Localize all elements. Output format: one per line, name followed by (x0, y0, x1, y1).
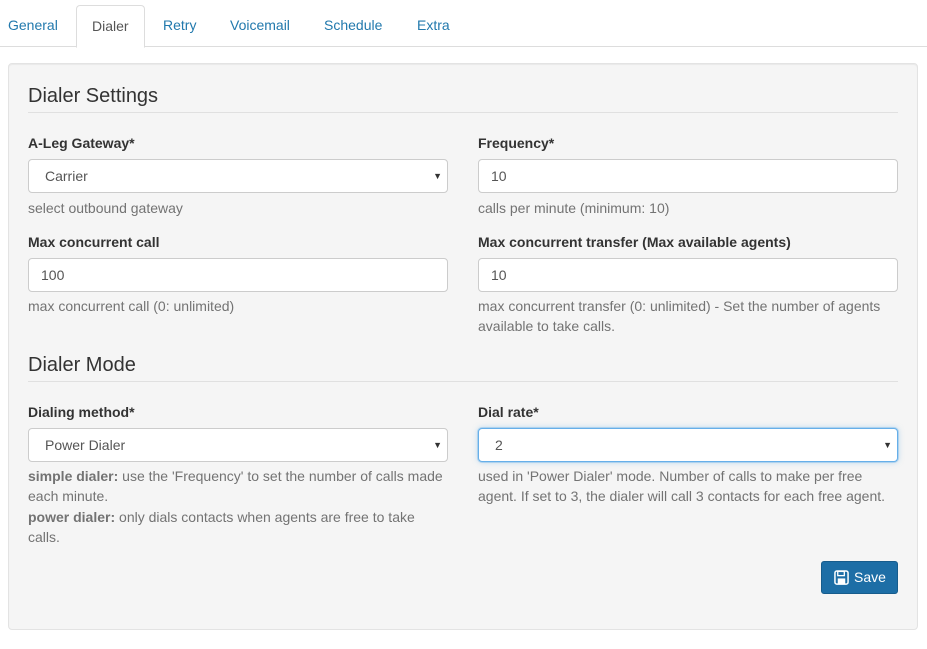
simple-dialer-term: simple dialer: (28, 468, 119, 484)
max-concurrent-transfer-value: 10 (491, 267, 507, 283)
frequency-input[interactable]: 10 (478, 159, 898, 193)
chevron-down-icon: ▼ (433, 171, 442, 181)
dialing-method-help-power-line2: calls. (28, 529, 60, 545)
chevron-down-icon: ▼ (883, 440, 892, 450)
section-divider (28, 112, 898, 113)
frequency-label: Frequency* (478, 135, 555, 151)
max-concurrent-transfer-input[interactable]: 10 (478, 258, 898, 292)
power-dialer-term: power dialer: (28, 509, 116, 525)
a-leg-gateway-value: Carrier (45, 168, 88, 184)
max-concurrent-call-input[interactable]: 100 (28, 258, 448, 292)
frequency-help: calls per minute (minimum: 10) (478, 200, 670, 216)
tab-schedule[interactable]: Schedule (316, 0, 390, 47)
save-button-label: Save (854, 569, 886, 585)
max-concurrent-call-value: 100 (41, 267, 65, 283)
dial-rate-help-line2: agent. If set to 3, the dialer will call… (478, 488, 886, 504)
dialer-mode-title: Dialer Mode (28, 354, 136, 376)
tab-extra[interactable]: Extra (409, 0, 458, 47)
dial-rate-select[interactable]: 2 ▼ (478, 428, 898, 462)
tab-dialer[interactable]: Dialer (76, 5, 145, 48)
dialer-settings-title: Dialer Settings (28, 85, 159, 107)
max-concurrent-transfer-help-line1: max concurrent transfer (0: unlimited) -… (478, 298, 881, 314)
dial-rate-label: Dial rate* (478, 404, 539, 420)
dial-rate-value: 2 (495, 437, 503, 453)
dial-rate-help-line1: used in 'Power Dialer' mode. Number of c… (478, 468, 863, 484)
dialing-method-help-simple-line2: each minute. (28, 488, 109, 504)
dialing-method-help-power: power dialer: only dials contacts when a… (28, 507, 415, 527)
max-concurrent-transfer-label: Max concurrent transfer (Max available a… (478, 234, 791, 250)
save-icon (834, 570, 849, 585)
chevron-down-icon: ▼ (433, 440, 442, 450)
tab-voicemail[interactable]: Voicemail (222, 0, 298, 47)
tab-bar: General Dialer Retry Voicemail Schedule … (0, 0, 927, 48)
dialing-method-help-simple: simple dialer: use the 'Frequency' to se… (28, 466, 443, 486)
max-concurrent-call-label: Max concurrent call (28, 234, 160, 250)
frequency-value: 10 (491, 168, 507, 184)
a-leg-gateway-help: select outbound gateway (28, 200, 183, 216)
dialing-method-select[interactable]: Power Dialer ▼ (28, 428, 448, 462)
power-dialer-desc: only dials contacts when agents are free… (115, 509, 415, 525)
tab-general[interactable]: General (0, 0, 66, 47)
a-leg-gateway-select[interactable]: Carrier ▼ (28, 159, 448, 193)
settings-panel: Dialer Settings A-Leg Gateway* Carrier ▼… (8, 63, 918, 630)
section-divider (28, 381, 898, 382)
tab-retry[interactable]: Retry (155, 0, 204, 47)
dialing-method-value: Power Dialer (45, 437, 126, 453)
simple-dialer-desc: use the 'Frequency' to set the number of… (118, 468, 443, 484)
max-concurrent-call-help: max concurrent call (0: unlimited) (28, 298, 235, 314)
a-leg-gateway-label: A-Leg Gateway* (28, 135, 135, 151)
dialing-method-label: Dialing method* (28, 404, 135, 420)
max-concurrent-transfer-help-line2: available to take calls. (478, 318, 615, 334)
save-button[interactable]: Save (821, 561, 898, 594)
